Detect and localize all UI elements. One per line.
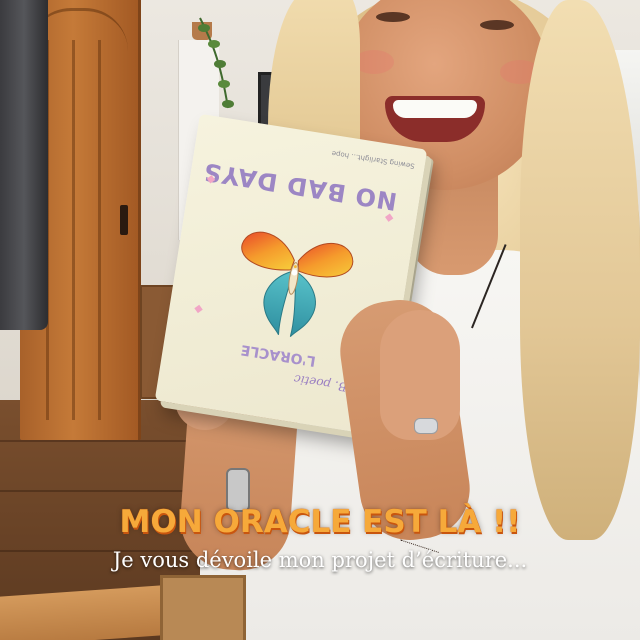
sparkle-icon: [194, 304, 203, 314]
caption-subtitle: Je vous dévoile mon projet d’écriture...: [112, 548, 528, 572]
eye-left: [376, 12, 410, 22]
eye-right: [480, 20, 514, 30]
caption-title-wrap: MON ORACLE EST LÀ !!: [0, 504, 640, 540]
hair-strand-right: [520, 0, 640, 540]
chair: [160, 575, 246, 640]
hanging-plant: [198, 17, 234, 109]
hanging-coat: [0, 0, 48, 330]
box-handwritten-note: Sewing Starlight... hope: [331, 148, 416, 170]
photo-scene: Sewing Starlight... hope NO BAD DAYS L'O…: [0, 0, 640, 640]
door-handle: [120, 205, 128, 235]
butterfly-illustration: [241, 231, 354, 338]
box-title: NO BAD DAYS: [201, 157, 399, 216]
caption-title: MON ORACLE EST LÀ !!: [119, 504, 521, 540]
ring: [414, 418, 438, 434]
